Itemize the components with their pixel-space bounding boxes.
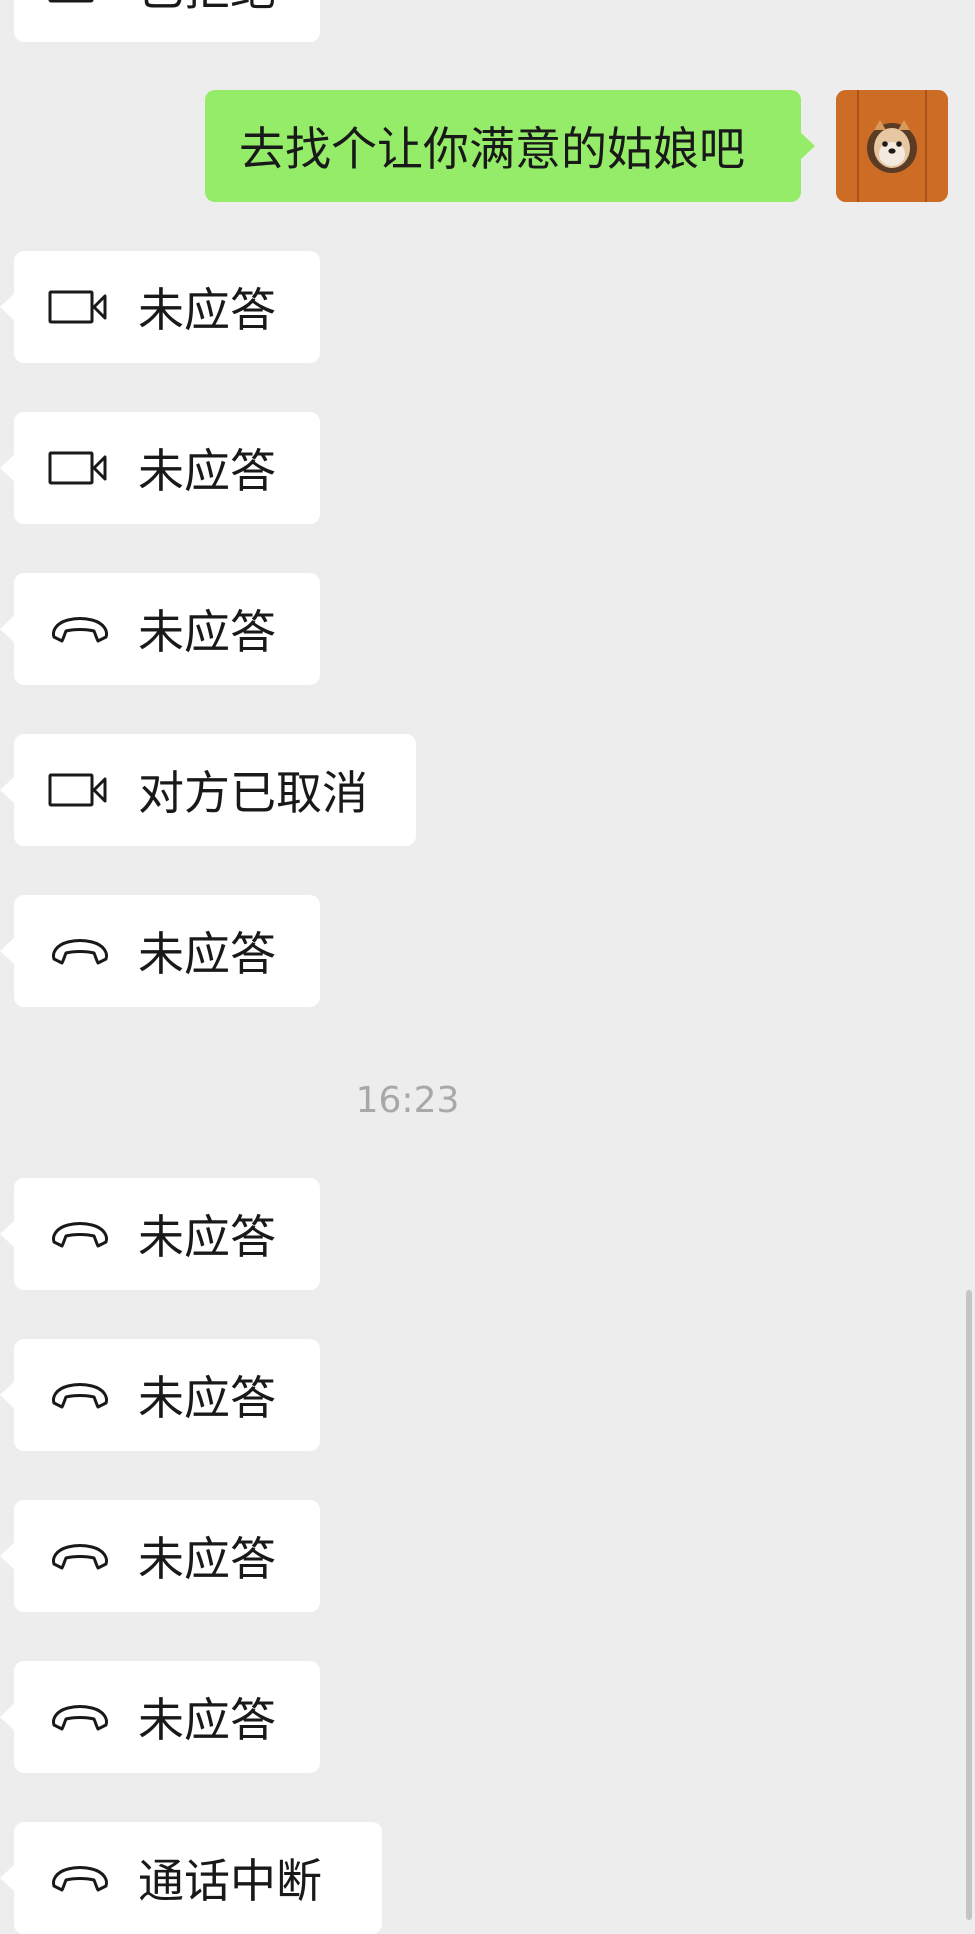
voice-call-icon [52,1383,108,1409]
call-record-bubble[interactable]: 未应答 [0,1500,320,1612]
message-timestamp: 16:23 [355,1080,460,1121]
call-record-bubble[interactable]: 未应答 [0,1339,320,1451]
video-call-icon [48,773,107,807]
video-call-icon [48,0,94,3]
call-record-bubble[interactable]: 未应答 [0,895,320,1007]
call-status-text: 已拒绝 [138,0,276,19]
call-record-bubble[interactable]: 对方已取消 [0,734,416,846]
voice-call-icon [52,617,108,643]
chat-scrollbar[interactable] [966,1290,972,1920]
call-status-text: 未应答 [138,1693,276,1747]
call-record-bubble[interactable]: 未应答 [0,1178,320,1290]
outgoing-message-bubble[interactable]: 去找个让你满意的姑娘吧 [205,90,815,202]
voice-call-icon [52,1866,108,1892]
call-record-bubble[interactable]: 已拒绝 [14,0,320,42]
voice-call-icon [52,1544,108,1570]
shiba-dog-avatar-icon [836,90,948,202]
call-status-text: 未应答 [138,1371,276,1425]
call-status-text: 未应答 [138,283,276,337]
call-record-bubble[interactable]: 未应答 [0,251,320,363]
message-text: 去找个让你满意的姑娘吧 [239,122,745,176]
chat-area[interactable]: 已拒绝 去找个让你满意的姑娘吧 未应答 [0,0,975,1934]
video-call-icon [48,451,107,485]
call-status-text: 未应答 [138,1532,276,1586]
call-status-text: 未应答 [138,444,276,498]
call-record-bubble[interactable]: 未应答 [0,412,320,524]
voice-call-icon [52,939,108,965]
call-status-text: 未应答 [138,1210,276,1264]
call-status-text: 未应答 [138,605,276,659]
voice-call-icon [52,1222,108,1248]
user-avatar[interactable] [836,90,948,202]
voice-call-icon [52,1705,108,1731]
video-call-icon [48,290,107,324]
call-status-text: 通话中断 [138,1854,322,1908]
call-record-bubble[interactable]: 未应答 [0,573,320,685]
call-status-text: 未应答 [138,927,276,981]
call-status-text: 对方已取消 [138,766,368,820]
call-record-bubble[interactable]: 未应答 [0,1661,320,1773]
call-record-bubble[interactable]: 通话中断 [0,1822,382,1934]
